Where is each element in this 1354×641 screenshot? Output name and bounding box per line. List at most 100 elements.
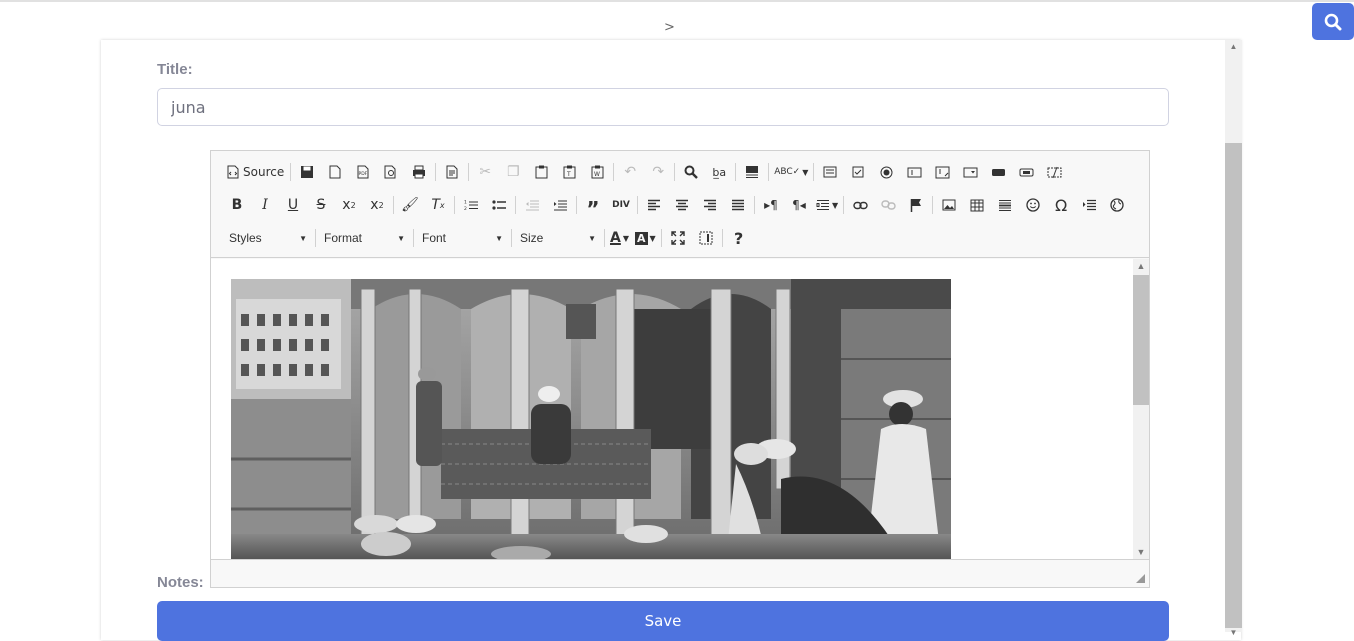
cut-icon[interactable]: ✂	[471, 159, 499, 185]
scroll-up-arrow[interactable]: ▲	[1225, 40, 1242, 54]
textarea-icon[interactable]	[928, 159, 956, 185]
smiley-icon[interactable]	[1019, 192, 1047, 218]
button-field-icon[interactable]	[984, 159, 1012, 185]
rich-text-editor: Source PDF ✂ ❐ T W ↶ ↷ b̲a ABC✓ ▼ B I U …	[210, 150, 1150, 588]
preview-icon[interactable]	[377, 159, 405, 185]
special-char-icon[interactable]: Ω	[1047, 192, 1075, 218]
save-button[interactable]: Save	[157, 601, 1169, 641]
format-label: Format	[324, 231, 363, 245]
print-icon[interactable]	[405, 159, 433, 185]
replace-icon[interactable]: b̲a	[705, 159, 733, 185]
find-icon[interactable]	[677, 159, 705, 185]
image-button-icon[interactable]	[1012, 159, 1040, 185]
image-icon[interactable]	[935, 192, 963, 218]
svg-text:W: W	[594, 171, 600, 178]
align-right-icon[interactable]	[696, 192, 724, 218]
source-button[interactable]: Source	[223, 159, 288, 185]
notes-label: Notes:	[157, 574, 204, 591]
bold-icon[interactable]: B	[223, 192, 251, 218]
bulleted-list-icon[interactable]	[485, 192, 513, 218]
styles-dropdown[interactable]: Styles ▼	[223, 226, 313, 250]
new-page-icon[interactable]	[321, 159, 349, 185]
scrollbar-thumb[interactable]	[1133, 275, 1149, 405]
editor-content-area[interactable]	[211, 259, 1133, 559]
scrollbar-thumb[interactable]	[1225, 143, 1242, 628]
superscript-icon[interactable]: x2	[363, 192, 391, 218]
search-button[interactable]	[1312, 3, 1354, 40]
unlink-icon[interactable]	[874, 192, 902, 218]
paste-icon[interactable]	[527, 159, 555, 185]
text-direction-rtl-icon[interactable]: ¶◂	[785, 192, 813, 218]
font-label: Font	[422, 231, 447, 245]
indent-icon[interactable]	[546, 192, 574, 218]
show-blocks-icon[interactable]	[692, 225, 720, 251]
language-icon[interactable]: ▼	[813, 192, 841, 218]
italic-icon[interactable]: I	[251, 192, 279, 218]
radio-icon[interactable]	[872, 159, 900, 185]
undo-icon[interactable]: ↶	[616, 159, 644, 185]
link-icon[interactable]	[846, 192, 874, 218]
checkbox-icon[interactable]	[844, 159, 872, 185]
top-border	[0, 0, 1354, 2]
text-color-icon[interactable]: A ▼	[607, 225, 632, 251]
save-icon[interactable]	[293, 159, 321, 185]
copy-formatting-icon[interactable]: 🖌	[396, 192, 424, 218]
background-color-icon[interactable]: A ▼	[632, 225, 659, 251]
toolbar-separator	[843, 196, 845, 214]
iframe-globe-icon[interactable]	[1103, 192, 1131, 218]
subscript-icon[interactable]: x2	[335, 192, 363, 218]
toolbar-separator	[735, 163, 737, 181]
align-left-icon[interactable]	[640, 192, 668, 218]
size-dropdown[interactable]: Size ▼	[514, 226, 602, 250]
justify-icon[interactable]	[724, 192, 752, 218]
page-break-icon[interactable]	[1075, 192, 1103, 218]
redo-icon[interactable]: ↷	[644, 159, 672, 185]
table-icon[interactable]	[963, 192, 991, 218]
toolbar-separator	[413, 229, 414, 247]
templates-icon[interactable]	[438, 159, 466, 185]
scroll-up-arrow[interactable]: ▲	[1133, 259, 1149, 273]
remove-format-icon[interactable]: Tx	[424, 192, 452, 218]
spell-check-icon[interactable]: ABC✓ ▼	[771, 159, 811, 185]
hidden-field-icon[interactable]	[1040, 159, 1068, 185]
create-div-icon[interactable]: DIV	[607, 192, 635, 218]
scroll-down-arrow[interactable]: ▼	[1133, 545, 1149, 559]
select-field-icon[interactable]	[956, 159, 984, 185]
anchor-flag-icon[interactable]	[902, 192, 930, 218]
form-icon[interactable]	[816, 159, 844, 185]
editor-scrollbar[interactable]: ▲ ▼	[1133, 259, 1149, 559]
outdent-icon[interactable]	[518, 192, 546, 218]
resize-handle-icon[interactable]	[1136, 574, 1145, 583]
toolbar-separator	[813, 163, 815, 181]
text-field-icon[interactable]	[900, 159, 928, 185]
help-icon[interactable]: ?	[725, 225, 753, 251]
font-dropdown[interactable]: Font ▼	[416, 226, 509, 250]
text-direction-ltr-icon[interactable]: ▸¶	[757, 192, 785, 218]
scroll-down-arrow[interactable]: ▼	[1225, 626, 1242, 640]
copy-icon[interactable]: ❐	[499, 159, 527, 185]
chevron-down-icon: ▼	[397, 233, 405, 243]
paste-word-icon[interactable]: W	[583, 159, 611, 185]
select-all-icon[interactable]	[738, 159, 766, 185]
page-scrollbar[interactable]: ▲ ▼	[1225, 40, 1242, 637]
strikethrough-icon[interactable]: S	[307, 192, 335, 218]
maximize-icon[interactable]	[664, 225, 692, 251]
size-label: Size	[520, 231, 544, 245]
title-label: Title:	[157, 61, 193, 78]
horizontal-rule-icon[interactable]	[991, 192, 1019, 218]
align-center-icon[interactable]	[668, 192, 696, 218]
toolbar-separator	[660, 229, 662, 247]
format-dropdown[interactable]: Format ▼	[318, 226, 411, 250]
blockquote-icon[interactable]: ”	[579, 192, 607, 221]
title-input[interactable]	[157, 88, 1169, 126]
toolbar-separator	[754, 196, 755, 214]
numbered-list-icon[interactable]: 12	[457, 192, 485, 218]
styles-label: Styles	[229, 231, 262, 245]
paste-text-icon[interactable]: T	[555, 159, 583, 185]
toolbar-row-3: Styles ▼ Format ▼ Font ▼ Size ▼ A ▼ A ▼ ?	[223, 224, 753, 252]
toolbar-separator	[768, 163, 770, 181]
chevron-down-icon: ▼	[299, 233, 307, 243]
underline-icon[interactable]: U	[279, 192, 307, 218]
export-pdf-icon[interactable]: PDF	[349, 159, 377, 185]
chevron-down-icon: ▼	[588, 233, 596, 243]
